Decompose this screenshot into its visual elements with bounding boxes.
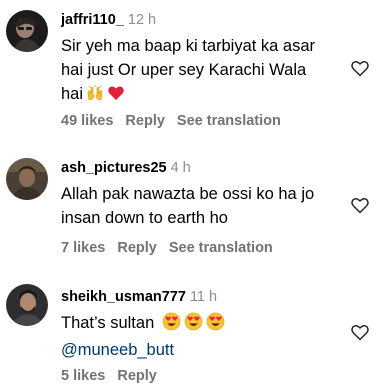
avatar[interactable] <box>6 284 48 326</box>
heart-eyes-emoji <box>162 312 181 338</box>
username[interactable]: jaffri110_ <box>61 12 124 28</box>
red-heart-emoji <box>107 84 125 109</box>
like-heart-icon[interactable] <box>350 58 370 78</box>
comment-meta: jaffri110_ 12 h <box>61 10 351 30</box>
username[interactable]: sheikh_usman777 <box>61 289 186 305</box>
reply-button[interactable]: Reply <box>125 113 165 129</box>
comment-text-line: insan down to earth ho <box>61 209 228 227</box>
likes-count-button[interactable]: 5 likes <box>61 368 105 384</box>
like-heart-icon[interactable] <box>350 322 370 342</box>
username[interactable]: ash_pictures25 <box>61 160 167 176</box>
avatar[interactable] <box>6 10 48 52</box>
raising-hands-emoji <box>86 84 104 109</box>
likes-count-button[interactable]: 7 likes <box>61 240 105 256</box>
avatar[interactable] <box>6 158 48 200</box>
heart-eyes-emoji <box>206 312 225 338</box>
reply-button[interactable]: Reply <box>117 368 157 384</box>
timestamp: 4 h <box>170 160 191 176</box>
heart-eyes-emoji <box>184 312 203 338</box>
timestamp: 11 h <box>189 289 218 305</box>
see-translation-button[interactable]: See translation <box>169 240 273 256</box>
comment-text-line: That’s sultan <box>61 311 351 338</box>
reply-button[interactable]: Reply <box>117 240 157 256</box>
comment-text-line: hai just Or uper sey Karachi Wala <box>61 61 307 79</box>
comment-text-word: hai <box>61 85 84 103</box>
comment-text-line: Sir yeh ma baap ki tarbiyat ka asar <box>61 37 316 55</box>
see-translation-button[interactable]: See translation <box>177 113 281 129</box>
comment-actions: 7 likes Reply See translation <box>61 240 285 256</box>
comment-text: Sir yeh ma baap ki tarbiyat ka asar hai … <box>61 34 351 109</box>
comment-meta: ash_pictures25 4 h <box>61 158 351 178</box>
comment-text-word: That’s sultan <box>61 314 155 332</box>
comment-actions: 49 likes Reply See translation <box>61 113 293 129</box>
comment-text: That’s sultan @muneeb_butt <box>61 311 351 362</box>
comment-actions: 5 likes Reply <box>61 368 169 384</box>
timestamp: 12 h <box>127 12 157 28</box>
comment-meta: sheikh_usman777 11 h <box>61 287 351 307</box>
like-heart-icon[interactable] <box>350 195 370 215</box>
comment-text-line: hai <box>61 82 351 109</box>
likes-count-button[interactable]: 49 likes <box>61 113 113 129</box>
mention-link[interactable]: @muneeb_butt <box>61 341 174 359</box>
comment-text-line: Allah pak nawazta be ossi ko ha jo <box>61 185 315 203</box>
comment-text-line: @muneeb_butt <box>61 338 351 362</box>
comment-text: Allah pak nawazta be ossi ko ha jo insan… <box>61 182 351 230</box>
